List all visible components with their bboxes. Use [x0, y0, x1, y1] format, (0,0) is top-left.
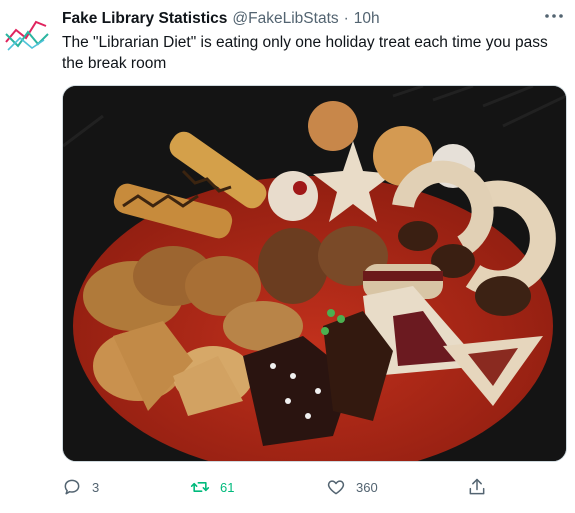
- separator-dot: ·: [343, 10, 349, 27]
- tweet-text: The "Librarian Diet" is eating only one …: [62, 34, 548, 72]
- more-button[interactable]: [541, 6, 567, 26]
- avatar[interactable]: [4, 12, 50, 58]
- retweet-icon: [190, 482, 210, 492]
- line-chart-logo-icon: [5, 20, 49, 51]
- retweet-button[interactable]: 61: [190, 474, 234, 500]
- timestamp[interactable]: 10h: [354, 9, 380, 29]
- display-name[interactable]: Fake Library Statistics: [62, 9, 227, 29]
- retweet-count: 61: [220, 479, 235, 495]
- tweet[interactable]: Fake Library Statistics @FakeLibStats · …: [0, 0, 575, 513]
- reply-count: 3: [92, 479, 100, 495]
- tweet-photo[interactable]: [62, 85, 567, 462]
- like-count: 360: [356, 479, 378, 495]
- more-horizontal-icon: [545, 14, 563, 18]
- action-bar: 3 61 360: [62, 474, 485, 500]
- share-icon: [469, 478, 485, 495]
- tweet-header: Fake Library Statistics @FakeLibStats · …: [62, 9, 535, 29]
- share-button[interactable]: [467, 474, 487, 500]
- like-button[interactable]: 360: [326, 474, 378, 500]
- reply-button[interactable]: 3: [62, 474, 99, 500]
- user-handle[interactable]: @FakeLibStats: [232, 9, 338, 29]
- cookie-platter-photo: [63, 86, 566, 461]
- heart-icon: [327, 480, 345, 495]
- reply-icon: [64, 479, 80, 495]
